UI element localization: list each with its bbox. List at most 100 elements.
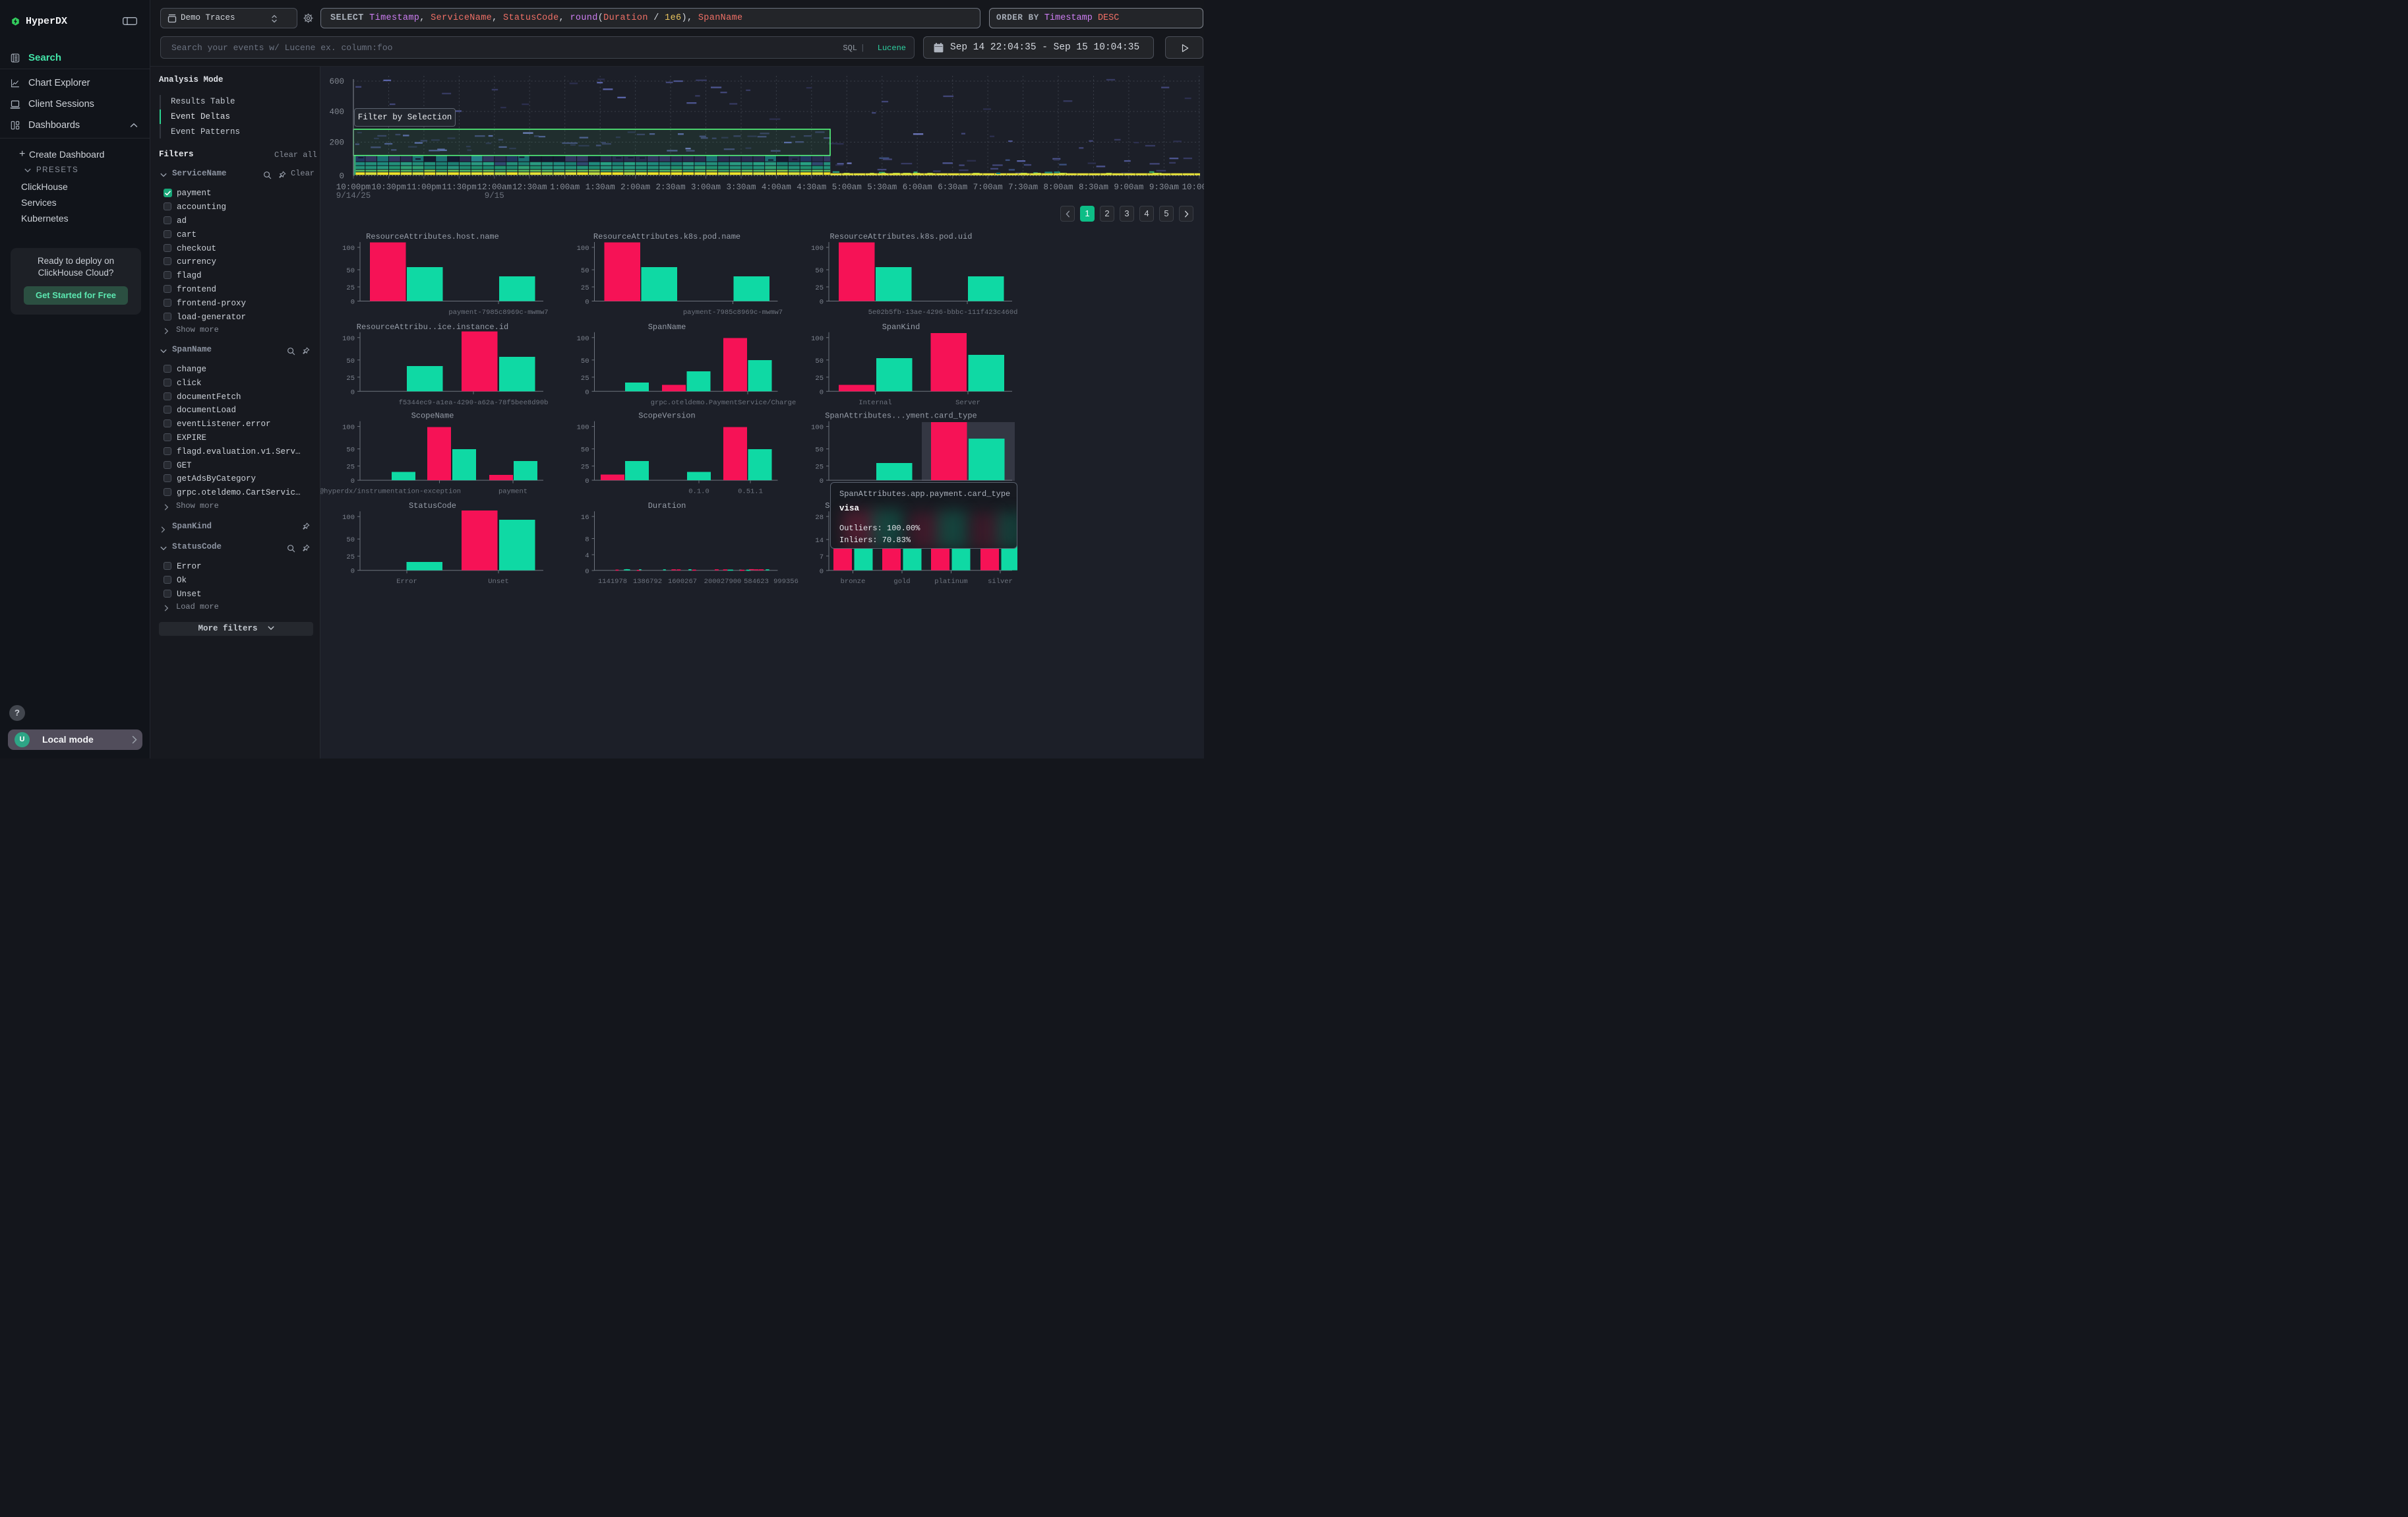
svg-text:100: 100 — [811, 335, 824, 343]
svg-text:0: 0 — [820, 478, 824, 485]
svg-text:25: 25 — [815, 464, 824, 472]
svg-text:9:30am: 9:30am — [1149, 183, 1179, 192]
svg-text:Duration: Duration — [648, 501, 686, 511]
svg-text:4: 4 — [585, 552, 589, 560]
svg-text:SpanAttributes...yment.card_ty: SpanAttributes...yment.card_type — [825, 412, 977, 421]
svg-text:200027900: 200027900 — [704, 578, 742, 586]
svg-text:0: 0 — [351, 478, 355, 485]
svg-text:0: 0 — [351, 388, 355, 396]
svg-text:5:30am: 5:30am — [867, 183, 897, 192]
svg-text:50: 50 — [815, 357, 824, 365]
svg-text:12:30am: 12:30am — [512, 183, 547, 192]
svg-text:6:30am: 6:30am — [938, 183, 967, 192]
svg-text:0: 0 — [351, 568, 355, 576]
svg-text:0: 0 — [339, 172, 344, 181]
svg-text:0.1.0: 0.1.0 — [688, 488, 709, 496]
svg-text:5e02b5fb-13ae-4296-bbbc-111f42: 5e02b5fb-13ae-4296-bbbc-111f423c460d — [868, 309, 1018, 317]
svg-text:3:00am: 3:00am — [691, 183, 721, 192]
svg-text:584623: 584623 — [744, 578, 769, 586]
svg-text:f5344ec9-a1ea-4290-a62a-78f5be: f5344ec9-a1ea-4290-a62a-78f5bee8d90b — [399, 399, 549, 407]
svg-text:9:00am: 9:00am — [1114, 183, 1143, 192]
svg-text:Unset: Unset — [488, 578, 509, 586]
svg-text:payment-7985c8969c-mwmw7: payment-7985c8969c-mwmw7 — [448, 309, 548, 317]
svg-text:50: 50 — [581, 447, 589, 454]
svg-text:6:00am: 6:00am — [903, 183, 932, 192]
svg-text:100: 100 — [342, 335, 355, 343]
svg-text:50: 50 — [346, 536, 355, 544]
svg-text:200: 200 — [329, 139, 344, 148]
svg-text:25: 25 — [346, 464, 355, 472]
svg-text:SpanKind: SpanKind — [882, 323, 920, 332]
svg-text:platinum: platinum — [934, 578, 967, 586]
svg-text:50: 50 — [581, 357, 589, 365]
svg-text:100: 100 — [811, 424, 824, 432]
svg-text:12:00am: 12:00am — [477, 183, 512, 192]
svg-text:25: 25 — [346, 553, 355, 561]
svg-text:payment-7985c8969c-mwmw7: payment-7985c8969c-mwmw7 — [683, 309, 783, 317]
svg-text:9/15: 9/15 — [485, 191, 504, 201]
svg-text:7:00am: 7:00am — [973, 183, 1003, 192]
svg-text:50: 50 — [346, 267, 355, 275]
svg-text:4:00am: 4:00am — [762, 183, 791, 192]
svg-text:Error: Error — [396, 578, 417, 586]
svg-text:25: 25 — [815, 284, 824, 292]
svg-text:999356: 999356 — [773, 578, 798, 586]
svg-text:16: 16 — [581, 514, 589, 522]
svg-text:100: 100 — [577, 424, 589, 432]
svg-text:50: 50 — [815, 267, 824, 275]
svg-text:11:00pm: 11:00pm — [407, 183, 442, 192]
svg-text:0: 0 — [585, 299, 589, 307]
svg-text:10:00am: 10:00am — [1182, 183, 1204, 192]
svg-text:28: 28 — [815, 514, 824, 522]
svg-text:11:30pm: 11:30pm — [442, 183, 477, 192]
svg-text:50: 50 — [346, 447, 355, 454]
svg-text:25: 25 — [581, 375, 589, 383]
svg-text:100: 100 — [342, 514, 355, 522]
svg-text:25: 25 — [581, 464, 589, 472]
svg-text:8:00am: 8:00am — [1043, 183, 1073, 192]
svg-text:7:30am: 7:30am — [1008, 183, 1038, 192]
svg-text:25: 25 — [346, 375, 355, 383]
svg-text:SpanName: SpanName — [648, 323, 686, 332]
svg-text:8:30am: 8:30am — [1079, 183, 1108, 192]
svg-text:10:30pm: 10:30pm — [371, 183, 406, 192]
svg-text:1:00am: 1:00am — [550, 183, 580, 192]
svg-text:25: 25 — [815, 375, 824, 383]
svg-text:ScopeName: ScopeName — [411, 412, 454, 421]
svg-text:2:30am: 2:30am — [655, 183, 685, 192]
svg-text:0: 0 — [351, 299, 355, 307]
svg-text:ResourceAttributes.host.name: ResourceAttributes.host.name — [366, 232, 499, 241]
svg-text:ResourceAttribu..ice.instance.: ResourceAttribu..ice.instance.id — [357, 323, 508, 332]
svg-text:100: 100 — [577, 245, 589, 253]
svg-text:4:30am: 4:30am — [797, 183, 826, 192]
svg-text:9/14/25: 9/14/25 — [336, 191, 371, 201]
svg-text:Server: Server — [955, 399, 980, 407]
svg-text:400: 400 — [329, 108, 344, 117]
svg-text:0: 0 — [585, 568, 589, 576]
svg-text:payment: payment — [498, 488, 527, 496]
svg-text:0: 0 — [585, 388, 589, 396]
svg-text:3:30am: 3:30am — [726, 183, 756, 192]
svg-text:Internal: Internal — [858, 399, 891, 407]
svg-text:600: 600 — [329, 77, 344, 86]
svg-text:25: 25 — [346, 284, 355, 292]
svg-text:100: 100 — [342, 424, 355, 432]
svg-text:100: 100 — [811, 245, 824, 253]
svg-text:1600267: 1600267 — [668, 578, 697, 586]
svg-text:1141978: 1141978 — [598, 578, 627, 586]
svg-text:StatusCode: StatusCode — [409, 501, 456, 511]
svg-text:silver: silver — [988, 578, 1013, 586]
svg-text:0: 0 — [585, 478, 589, 485]
svg-text:0: 0 — [820, 299, 824, 307]
svg-text:ResourceAttributes.k8s.pod.nam: ResourceAttributes.k8s.pod.name — [593, 232, 740, 241]
svg-text:7: 7 — [820, 553, 824, 561]
svg-text:0: 0 — [820, 388, 824, 396]
svg-text:25: 25 — [581, 284, 589, 292]
svg-text:ScopeVersion: ScopeVersion — [638, 412, 695, 421]
svg-text:0: 0 — [820, 568, 824, 576]
svg-text:gold: gold — [893, 578, 910, 586]
svg-text:50: 50 — [581, 267, 589, 275]
svg-text:1:30am: 1:30am — [586, 183, 615, 192]
svg-text:grpc.oteldemo.PaymentService/C: grpc.oteldemo.PaymentService/Charge — [651, 399, 797, 407]
svg-text:1386792: 1386792 — [633, 578, 662, 586]
